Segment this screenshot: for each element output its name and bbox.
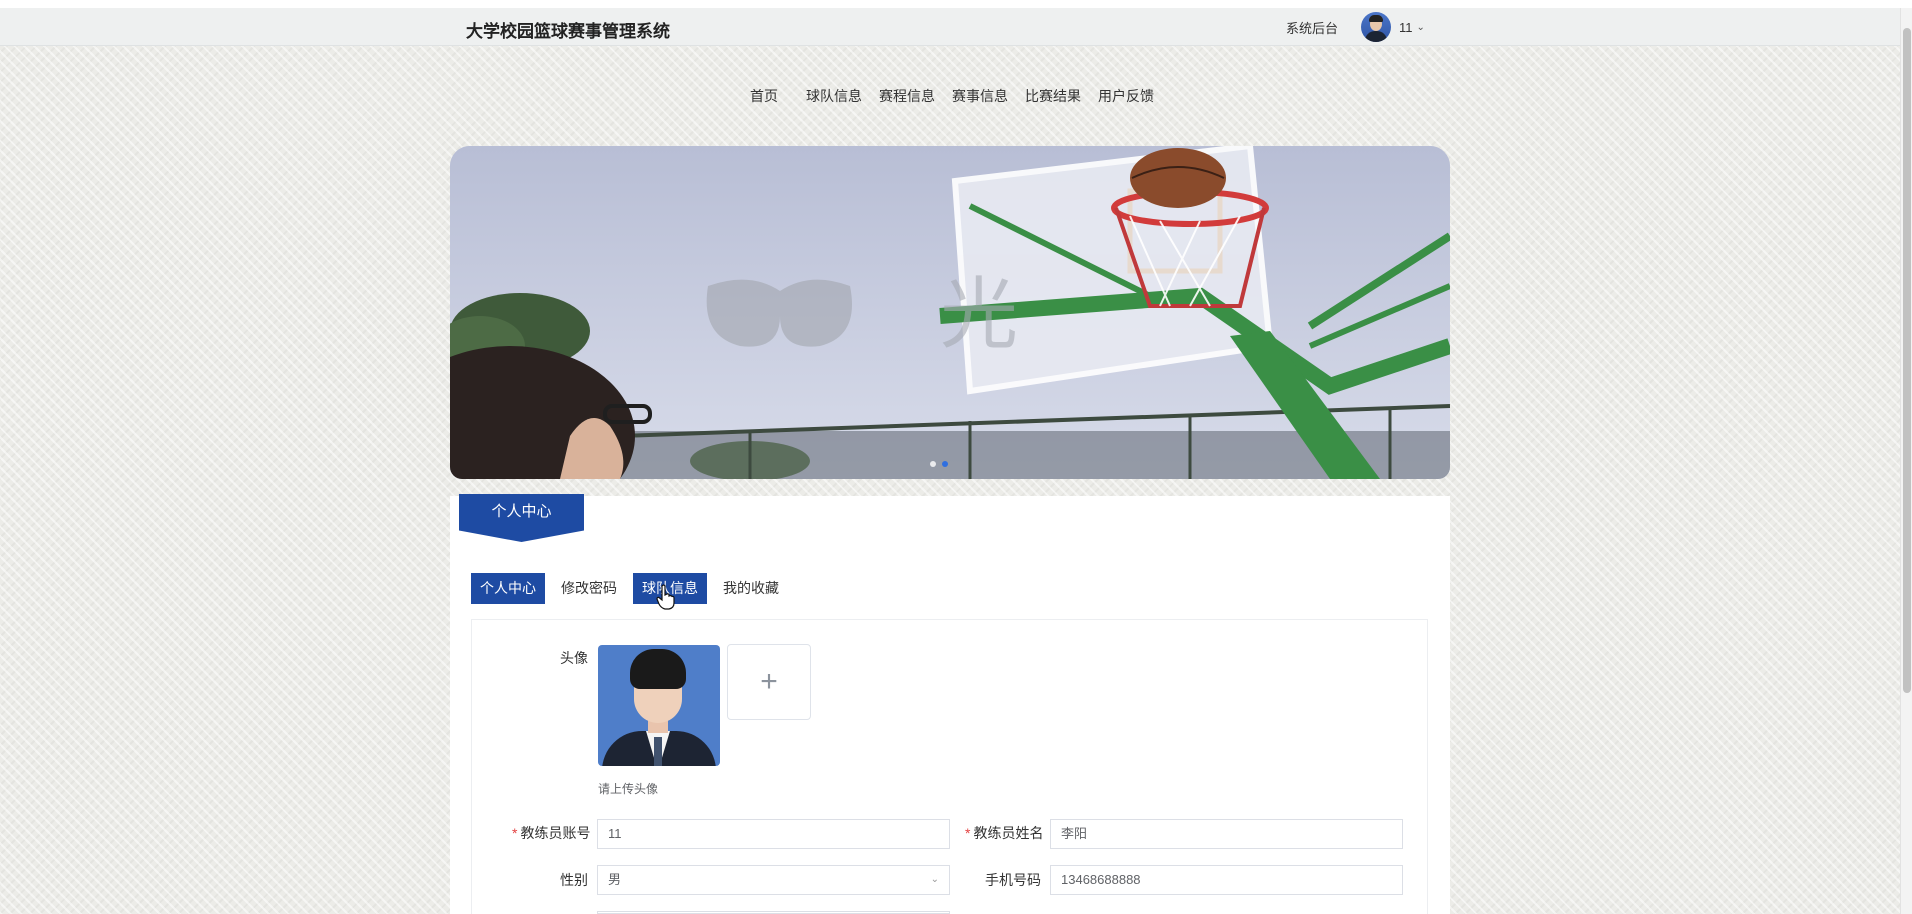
carousel-dot-active[interactable]	[942, 461, 948, 467]
user-menu[interactable]: 11 ⌄	[1361, 11, 1425, 43]
browser-top-strip	[0, 0, 1912, 8]
carousel-dot[interactable]	[930, 461, 936, 467]
chevron-down-icon: ⌄	[930, 874, 939, 885]
nav-item-schedule-info[interactable]: 赛程信息	[879, 86, 935, 106]
hand-pointer-icon	[656, 584, 675, 610]
scrollbar-thumb[interactable]	[1903, 28, 1911, 693]
site-title: 大学校园篮球赛事管理系统	[466, 22, 670, 41]
banner-watermark: 光	[940, 270, 1018, 360]
banner-carousel[interactable]: 光	[450, 146, 1450, 479]
gender-select[interactable]: 男 ⌄	[597, 865, 950, 895]
phone-label: 手机号码	[985, 872, 1041, 888]
chevron-down-icon: ⌄	[1416, 21, 1425, 33]
name-label: * 教练员姓名	[965, 825, 1044, 841]
main-nav: 首页 球队信息 赛程信息 赛事信息 比赛结果 用户反馈	[750, 86, 1171, 106]
nav-item-match-results[interactable]: 比赛结果	[1025, 86, 1081, 106]
plus-icon: +	[760, 665, 778, 698]
name-input[interactable]: 李阳	[1050, 819, 1403, 849]
backend-link[interactable]: 系统后台	[1286, 18, 1338, 37]
nav-item-home[interactable]: 首页	[750, 86, 778, 106]
avatar-upload-button[interactable]: +	[727, 644, 811, 720]
phone-input[interactable]: 13468688888	[1050, 865, 1403, 895]
avatar-label: 头像	[560, 650, 588, 666]
gender-value: 男	[608, 872, 622, 887]
tab-change-password[interactable]: 修改密码	[552, 573, 626, 604]
top-bar: 大学校园篮球赛事管理系统 系统后台 11 ⌄	[0, 8, 1900, 46]
avatar-preview[interactable]	[598, 645, 720, 766]
nav-item-user-feedback[interactable]: 用户反馈	[1098, 86, 1154, 106]
nav-item-event-info[interactable]: 赛事信息	[952, 86, 1008, 106]
avatar-hint: 请上传头像	[598, 782, 659, 796]
user-name: 11	[1399, 19, 1413, 35]
account-label: * 教练员账号	[512, 825, 591, 841]
gender-label: 性别	[560, 872, 588, 888]
tab-personal-center[interactable]: 个人中心	[471, 573, 545, 604]
nav-item-team-info[interactable]: 球队信息	[806, 86, 862, 106]
carousel-dots	[930, 461, 948, 467]
page-scrollbar[interactable]	[1900, 8, 1912, 914]
profile-tabs: 个人中心 修改密码 球队信息 我的收藏	[471, 573, 795, 604]
user-avatar	[1361, 12, 1391, 42]
banner-image: 光	[450, 146, 1450, 479]
account-input[interactable]: 11	[597, 819, 950, 849]
required-mark: *	[512, 825, 518, 841]
tab-my-favorites[interactable]: 我的收藏	[714, 573, 788, 604]
required-mark: *	[965, 825, 971, 841]
